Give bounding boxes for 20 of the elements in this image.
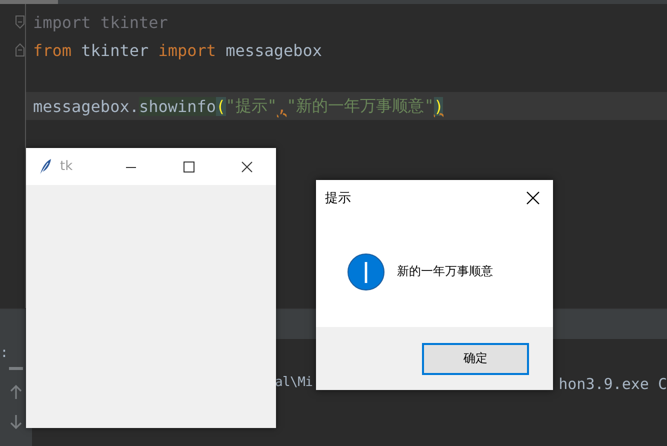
up-arrow-icon[interactable] <box>8 384 23 400</box>
window-title: tk <box>60 159 74 174</box>
panel-label: : <box>0 345 8 361</box>
fold-icon[interactable] <box>15 15 25 29</box>
dialog-title: 提示 <box>325 190 352 207</box>
fold-icon[interactable] <box>15 43 25 57</box>
dialog-message: 新的一年万事顺意 <box>397 263 493 280</box>
maximize-icon[interactable] <box>183 160 195 172</box>
close-icon[interactable] <box>241 160 253 172</box>
console-output: hon3.9.exe C <box>558 375 667 393</box>
code-line: import tkinter <box>32 12 169 34</box>
minus-icon[interactable] <box>8 367 23 370</box>
down-arrow-icon[interactable] <box>8 414 23 430</box>
console-output: al\Mi <box>274 375 313 390</box>
editor-tab-indicator <box>0 0 58 4</box>
info-icon <box>347 252 385 290</box>
feather-icon <box>38 158 52 176</box>
code-line: from tkinter import messagebox <box>32 40 323 62</box>
ok-button[interactable]: 确定 <box>422 342 529 374</box>
close-icon[interactable] <box>526 191 540 205</box>
